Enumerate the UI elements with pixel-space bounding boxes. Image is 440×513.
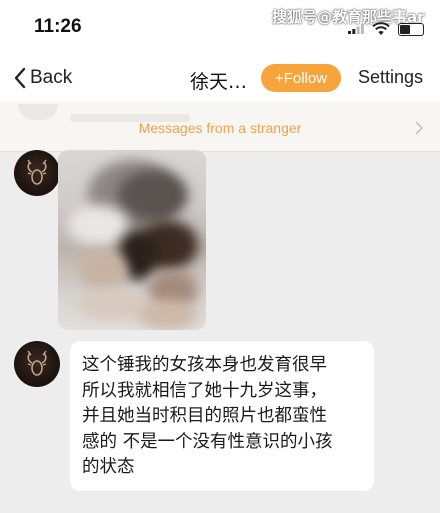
conversation-title: 徐天… bbox=[190, 71, 248, 93]
deer-logo-icon bbox=[27, 159, 47, 185]
signal-icon bbox=[348, 24, 364, 34]
nav-bar: Back 徐天… +Follow Settings bbox=[0, 54, 440, 102]
faded-avatar bbox=[18, 104, 58, 120]
message-line: 所以我就相信了她十九岁这事， bbox=[82, 380, 327, 401]
chevron-right-icon bbox=[415, 121, 424, 135]
stranger-banner-text: Messages from a stranger bbox=[138, 120, 302, 136]
message-line: 这个锤我的女孩本身也发育很早 bbox=[82, 355, 327, 375]
wifi-icon bbox=[372, 22, 390, 35]
settings-button[interactable]: Settings bbox=[358, 67, 423, 88]
sender-avatar[interactable] bbox=[14, 341, 60, 387]
back-label: Back bbox=[30, 67, 73, 88]
deer-logo-icon bbox=[27, 350, 47, 376]
back-button[interactable]: Back bbox=[12, 66, 72, 90]
image-message[interactable] bbox=[58, 150, 206, 330]
battery-icon bbox=[398, 23, 424, 36]
follow-button[interactable]: +Follow bbox=[261, 64, 341, 92]
message-line: 的状态 bbox=[82, 457, 135, 477]
chevron-left-icon bbox=[14, 67, 26, 89]
stranger-banner[interactable]: Messages from a stranger bbox=[0, 102, 440, 152]
message-line: 感的 不是一个没有性意识的小孩 bbox=[82, 431, 333, 452]
status-bar: 11:26 搜狐号@教育那些事ar bbox=[0, 0, 440, 54]
sender-avatar[interactable] bbox=[14, 150, 60, 196]
status-time: 11:26 bbox=[34, 16, 82, 37]
text-message-bubble[interactable]: 这个锤我的女孩本身也发育很早 所以我就相信了她十九岁这事， 并且她当时积目的照片… bbox=[70, 341, 374, 491]
message-line: 并且她当时积目的照片也都蛮性 bbox=[82, 406, 327, 426]
